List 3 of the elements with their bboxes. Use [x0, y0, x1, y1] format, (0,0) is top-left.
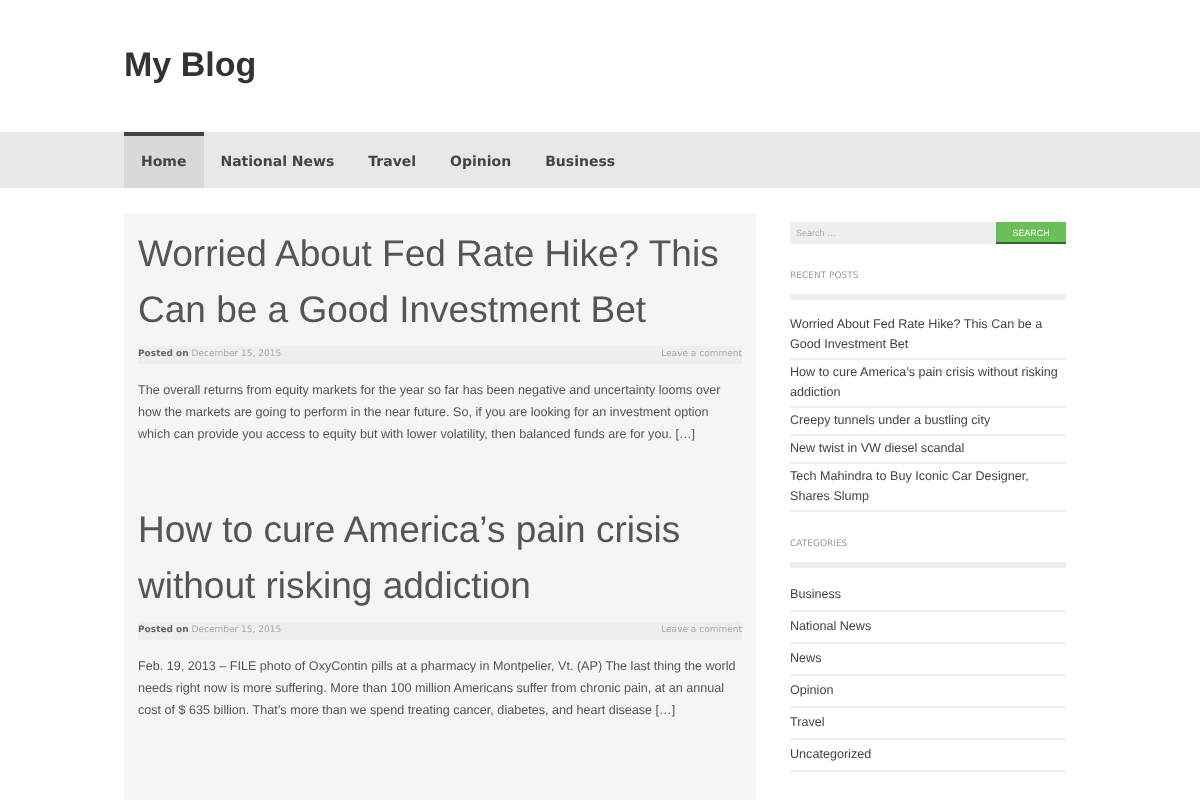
post-title[interactable]: Worried About Fed Rate Hike? This Can be a Good Investment Bet	[138, 226, 742, 338]
post-title[interactable]: How to cure America’s pain crisis without risking addiction	[138, 502, 742, 614]
site-title[interactable]: My Blog	[124, 46, 1200, 86]
